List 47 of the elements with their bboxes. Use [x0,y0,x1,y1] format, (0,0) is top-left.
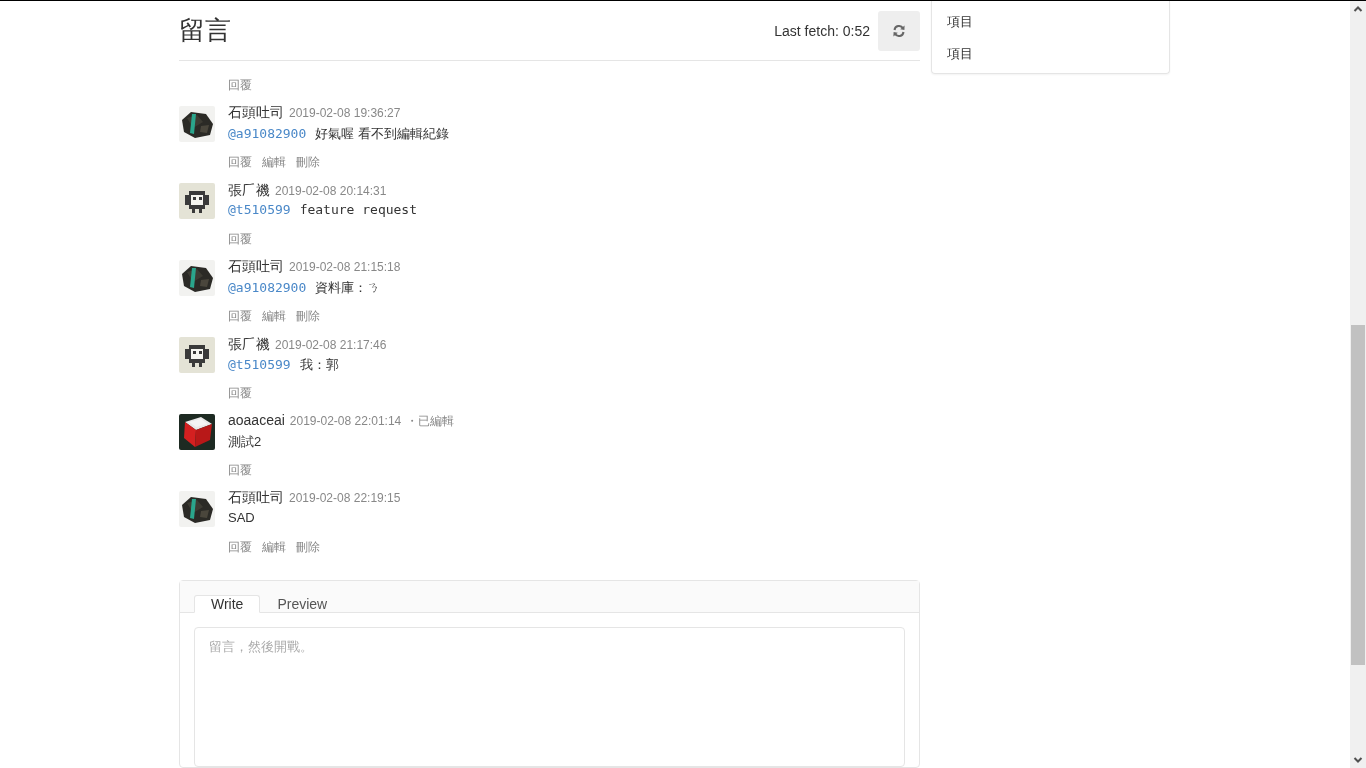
comment-action-link[interactable]: 回覆 [228,307,252,325]
last-fetch-text: Last fetch: 0:52 [774,22,870,39]
comment-time: 2019-02-08 22:19:15 [289,491,401,505]
refresh-icon [892,23,906,38]
scrollbar[interactable] [1350,1,1366,768]
user-mention-link[interactable]: @a91082900 [228,126,307,141]
comment-action-link[interactable]: 刪除 [296,538,320,556]
comment-author: 石頭吐司 [228,489,284,507]
comment-action-link[interactable]: 回覆 [228,461,252,479]
comment-text: 好氣喔 看不到編輯紀錄 [315,125,449,143]
comment-time: 2019-02-08 22:01:14 [289,414,402,428]
comment-time: 2019-02-08 19:36:27 [289,106,401,120]
comment-input-field[interactable]: 留言，然後開戰。 [194,627,905,767]
comment-action-link[interactable]: 回覆 [228,538,252,556]
editor-tab[interactable]: Preview [260,595,345,613]
comment-text: SAD [228,510,255,525]
comment-author: aoaaceai [228,412,285,428]
comment-author: 石頭吐司 [228,104,284,122]
user-mention-link[interactable]: @t510599 [228,357,291,372]
comment-time: 2019-02-08 20:14:31 [275,184,387,198]
comment-time: 2019-02-08 21:15:18 [289,260,401,274]
comment-action-link[interactable]: 編輯 [262,307,286,325]
editor-tab[interactable]: Write [194,595,261,613]
edited-note: ・已編輯 [406,413,455,430]
section-title: 留言 [179,14,232,47]
comment-action-link[interactable]: 編輯 [262,538,286,556]
sidebar-item[interactable]: 項目 [947,45,1154,65]
comment-action-link[interactable]: 編輯 [262,153,286,171]
comment-time: 2019-02-08 21:17:46 [275,338,387,352]
scrollbar-thumb[interactable] [1351,325,1365,665]
comment-action-link[interactable]: 回覆 [228,230,252,248]
comment-text: 測試2 [228,433,262,451]
comment-action-link[interactable]: 回覆 [228,153,252,171]
comment-author: 張𠂆禨 [228,335,270,354]
user-mention-link[interactable]: @t510599 [228,202,291,217]
comment-text: feature request [299,202,418,217]
comment-action-link[interactable]: 回覆 [228,384,252,402]
user-mention-link[interactable]: @a91082900 [228,280,307,295]
comment-action-link[interactable]: 刪除 [296,153,320,171]
comment-author: 石頭吐司 [228,258,284,276]
comment-action-link[interactable]: 回覆 [228,76,252,94]
comment-action-link[interactable]: 刪除 [296,307,320,325]
sidebar-item[interactable]: 項目 [947,13,1154,33]
comment-text: 資料庫：ㄋ [315,279,381,297]
comment-text: 我：郭 [299,356,339,374]
refresh-button[interactable] [878,10,920,51]
comment-author: 張𠂆禨 [228,181,270,200]
